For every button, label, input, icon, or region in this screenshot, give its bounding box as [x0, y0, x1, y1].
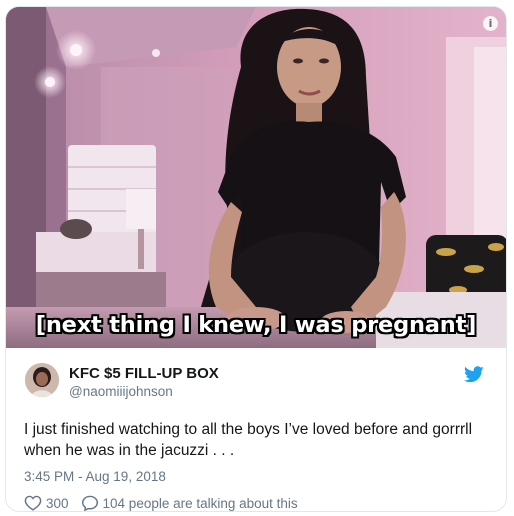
tweet-card: i [next thing I knew, I was pregnant] KF…: [5, 6, 507, 512]
info-icon[interactable]: i: [483, 16, 498, 31]
tweet-body: KFC $5 FILL-UP BOX @naomiiijohnson I jus…: [6, 348, 506, 511]
display-name[interactable]: KFC $5 FILL-UP BOX: [69, 365, 219, 382]
speech-bubble-icon: [81, 495, 98, 511]
avatar[interactable]: [25, 363, 59, 397]
meme-photo: [6, 7, 506, 348]
tweet-text: I just finished watching to all the boys…: [24, 421, 473, 459]
twitter-bird-icon[interactable]: [464, 366, 484, 383]
like-count: 300: [46, 495, 69, 511]
user-handle[interactable]: @naomiiijohnson: [69, 384, 173, 399]
heart-icon: [24, 495, 42, 511]
reply-action[interactable]: 104 people are talking about this: [81, 495, 298, 511]
talking-count-text: 104 people are talking about this: [102, 495, 298, 511]
tweet-header: KFC $5 FILL-UP BOX @naomiiijohnson: [24, 362, 488, 402]
like-action[interactable]: 300: [24, 495, 69, 511]
tweet-media-image[interactable]: i [next thing I knew, I was pregnant]: [6, 7, 506, 348]
tweet-timestamp[interactable]: 3:45 PM - Aug 19, 2018: [24, 469, 488, 484]
tweet-actions: 300 104 people are talking about this: [24, 495, 488, 511]
meme-caption: [next thing I knew, I was pregnant]: [35, 312, 477, 338]
avatar-photo: [25, 363, 59, 397]
